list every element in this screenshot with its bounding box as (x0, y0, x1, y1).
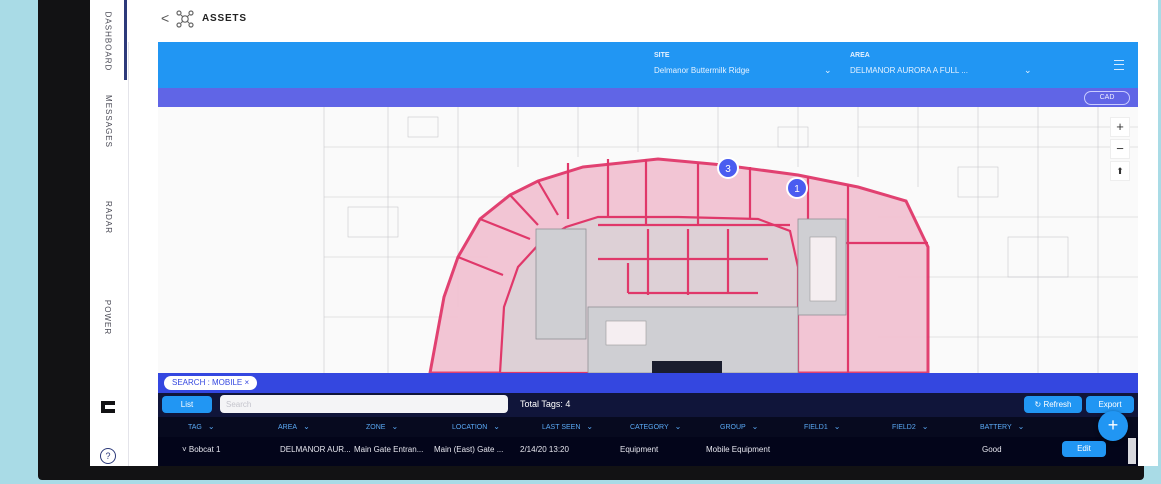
cluster-count: 1 (794, 184, 800, 195)
site-area-toolbar: SITE Delmanor Buttermilk Ridge ⌄ AREA DE… (158, 42, 1138, 88)
map-controls-bar: CAD (158, 88, 1138, 107)
brand-logo (99, 398, 117, 416)
site-chevron-down-icon[interactable]: ⌄ (824, 65, 832, 76)
table-header: TAG ⌄ AREA ⌄ ZONE ⌄ LOCATION ⌄ LAST SEEN ⌄ CA… (158, 417, 1138, 437)
area-select[interactable]: DELMANOR AURORA A FULL ... (850, 66, 968, 75)
add-button[interactable]: + (1098, 411, 1128, 441)
column-header-category[interactable]: CATEGORY ⌄ (630, 422, 681, 431)
asset-cluster-marker[interactable]: 1 (786, 177, 808, 199)
column-header-last-seen[interactable]: LAST SEEN ⌄ (542, 422, 593, 431)
side-nav: DASHBOARD MESSAGES RADAR POWER ? (90, 0, 129, 466)
site-select[interactable]: Delmanor Buttermilk Ridge (654, 66, 750, 75)
cad-button[interactable]: CAD (1084, 91, 1130, 105)
cell-zone: Main Gate Entran... (354, 445, 424, 454)
site-label: SITE (654, 52, 670, 59)
cell-area: DELMANOR AUR... (280, 445, 351, 454)
area-chevron-down-icon[interactable]: ⌄ (1024, 65, 1032, 76)
table-scrollbar[interactable] (1128, 438, 1136, 464)
column-header-field2[interactable]: FIELD2 ⌄ (892, 422, 928, 431)
page-header: < ASSETS (128, 0, 1158, 42)
page-title: ASSETS (202, 13, 247, 24)
table-row[interactable]: ˅ Bobcat 1 DELMANOR AUR... Main Gate Ent… (158, 437, 1138, 466)
column-header-group[interactable]: GROUP ⌄ (720, 422, 758, 431)
total-tags-count: Total Tags: 4 (520, 399, 571, 409)
column-header-location[interactable]: LOCATION ⌄ (452, 422, 500, 431)
cell-tag: ˅ Bobcat 1 (182, 445, 221, 454)
back-icon[interactable]: < (161, 10, 169, 26)
column-header-zone[interactable]: ZONE ⌄ (366, 422, 398, 431)
cell-category: Equipment (620, 445, 659, 454)
nav-tab-messages[interactable]: MESSAGES (96, 76, 120, 166)
cell-group: Mobile Equipment (706, 445, 771, 454)
column-header-battery[interactable]: BATTERY ⌄ (980, 422, 1024, 431)
edit-button[interactable]: Edit (1062, 441, 1106, 457)
cell-battery: Good (982, 445, 1002, 454)
search-input[interactable] (220, 395, 508, 413)
compass-icon[interactable]: ⬆ (1110, 161, 1130, 181)
floor-plan-map[interactable]: 3 1 + − ⬆ (158, 107, 1138, 373)
nav-tab-radar[interactable]: RADAR (96, 172, 120, 262)
app-screen: DASHBOARD MESSAGES RADAR POWER ? < ASSET… (90, 0, 1158, 466)
area-label: AREA (850, 52, 870, 59)
help-icon[interactable]: ? (100, 448, 116, 464)
refresh-button[interactable]: ↻ Refresh (1024, 396, 1082, 413)
zoom-in-button[interactable]: + (1110, 117, 1130, 137)
menu-icon[interactable] (1114, 60, 1124, 70)
list-toolbar: List Total Tags: 4 ↻ Refresh Export (158, 393, 1138, 417)
active-tab-indicator (124, 0, 127, 80)
brand-logo-icon (101, 401, 115, 413)
floor-plan-drawing: 3 1 (323, 107, 1138, 373)
device-frame: DASHBOARD MESSAGES RADAR POWER ? < ASSET… (38, 0, 1158, 480)
nav-tab-dashboard[interactable]: DASHBOARD (96, 0, 120, 86)
asset-cluster-marker[interactable]: 3 (717, 157, 739, 179)
search-filter-chip[interactable]: SEARCH : MOBILE × (164, 376, 258, 390)
column-header-area[interactable]: AREA ⌄ (278, 422, 310, 431)
assets-icon (176, 10, 194, 28)
list-button[interactable]: List (162, 396, 212, 413)
cell-last-seen: 2/14/20 13:20 (520, 445, 569, 454)
column-header-tag[interactable]: TAG ⌄ (188, 422, 215, 431)
column-header-field1[interactable]: FIELD1 ⌄ (804, 422, 840, 431)
nav-tab-power[interactable]: POWER (96, 272, 120, 362)
cell-location: Main (East) Gate ... (434, 445, 504, 454)
search-filter-strip: SEARCH : MOBILE × (158, 373, 1138, 393)
zoom-out-button[interactable]: − (1110, 139, 1130, 159)
cluster-count: 3 (725, 164, 731, 175)
